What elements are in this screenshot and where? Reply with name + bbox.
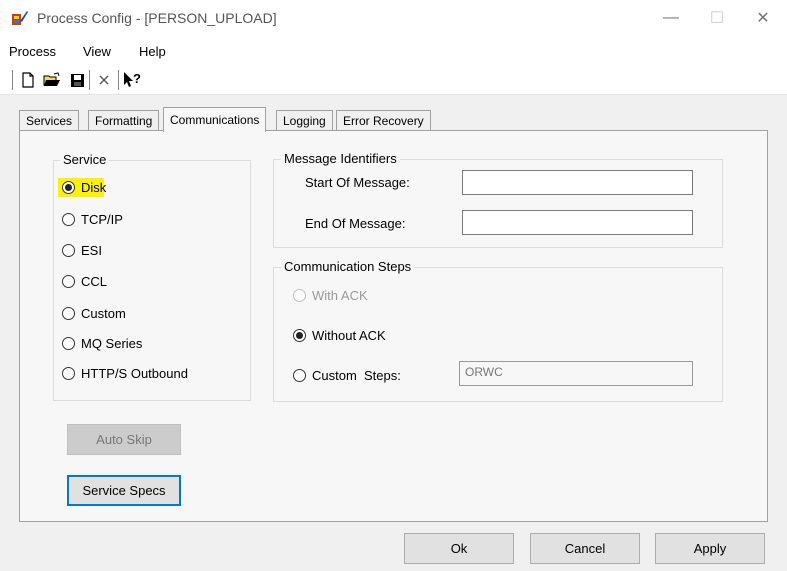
delete-button[interactable]	[94, 70, 114, 90]
radio-button[interactable]	[62, 243, 75, 257]
end-of-message-input[interactable]	[462, 210, 693, 235]
menu-bar	[0, 36, 787, 64]
radio-button[interactable]	[62, 274, 75, 288]
start-of-message-input[interactable]	[462, 170, 693, 195]
service-option-label: MQ Series	[81, 335, 143, 351]
start-of-message-label: Start Of Message:	[305, 175, 410, 190]
service-option-esi[interactable]: ESI	[62, 241, 102, 259]
delete-icon	[99, 75, 109, 85]
custom-steps-label: Custom Steps:	[312, 367, 401, 383]
menu-process[interactable]: Process	[9, 44, 56, 59]
service-option-label: TCP/IP	[81, 211, 123, 227]
new-file-button[interactable]	[18, 70, 38, 90]
svg-text:?: ?	[133, 71, 141, 86]
maximize-button[interactable]: ☐	[694, 0, 740, 36]
save-button[interactable]	[67, 70, 87, 90]
new-file-icon	[22, 72, 34, 88]
menu-view[interactable]: View	[83, 44, 111, 59]
without-ack-label: Without ACK	[312, 327, 386, 343]
service-option-label: ESI	[81, 242, 102, 258]
ok-button[interactable]: Ok	[404, 533, 514, 564]
service-option-label: HTTP/S Outbound	[81, 365, 188, 381]
apply-button[interactable]: Apply	[655, 533, 765, 564]
minimize-button[interactable]: —	[648, 0, 694, 36]
service-option-disk[interactable]: Disk	[58, 178, 107, 197]
auto-skip-button[interactable]: Auto Skip	[67, 424, 181, 455]
window-title: Process Config - [PERSON_UPLOAD]	[37, 10, 277, 26]
service-option-label: Disk	[81, 179, 107, 195]
with-ack-option[interactable]: With ACK	[293, 286, 368, 304]
maximize-icon: ☐	[709, 10, 725, 27]
toolbar-separator	[12, 70, 13, 90]
context-help-button[interactable]: ?	[122, 70, 142, 90]
tab-services[interactable]: Services	[19, 110, 80, 130]
radio-button[interactable]	[62, 212, 75, 226]
radio-button[interactable]	[62, 366, 75, 380]
save-icon	[70, 73, 84, 87]
tab-logging[interactable]: Logging	[276, 110, 333, 130]
radio-button[interactable]	[293, 328, 306, 342]
open-folder-icon	[43, 72, 60, 86]
radio-button[interactable]	[293, 288, 306, 302]
menu-help[interactable]: Help	[139, 44, 166, 59]
custom-steps-option[interactable]: Custom Steps:	[293, 366, 401, 384]
tab-communications[interactable]: Communications	[163, 107, 267, 132]
tab-error-recovery[interactable]: Error Recovery	[336, 110, 431, 130]
radio-button[interactable]	[62, 336, 75, 350]
open-button[interactable]	[42, 70, 62, 90]
message-identifiers-label: Message Identifiers	[281, 151, 400, 166]
service-option-https-outbound[interactable]: HTTP/S Outbound	[62, 364, 188, 382]
radio-button[interactable]	[293, 368, 306, 382]
close-icon: ✕	[756, 10, 770, 27]
service-option-tcpip[interactable]: TCP/IP	[62, 210, 123, 228]
close-button[interactable]: ✕	[740, 0, 786, 36]
end-of-message-label: End Of Message:	[305, 216, 406, 231]
radio-button[interactable]	[62, 306, 75, 320]
toolbar-separator	[118, 70, 119, 90]
process-config-app-icon	[11, 9, 29, 27]
toolbar-separator	[89, 70, 90, 90]
without-ack-option[interactable]: Without ACK	[293, 326, 386, 344]
service-group-label: Service	[60, 152, 110, 167]
service-option-ccl[interactable]: CCL	[62, 272, 107, 290]
cancel-button[interactable]: Cancel	[530, 533, 640, 564]
communication-steps-label: Communication Steps	[281, 259, 415, 274]
tab-formatting[interactable]: Formatting	[88, 110, 160, 130]
service-specs-button[interactable]: Service Specs	[67, 475, 181, 506]
service-option-mq-series[interactable]: MQ Series	[62, 334, 142, 352]
minimize-icon: —	[663, 9, 679, 26]
radio-button[interactable]	[62, 180, 75, 194]
service-option-custom[interactable]: Custom	[62, 304, 126, 322]
service-option-label: CCL	[81, 273, 108, 289]
context-help-icon: ?	[124, 71, 141, 87]
with-ack-label: With ACK	[312, 287, 368, 303]
service-option-label: Custom	[81, 305, 126, 321]
custom-steps-input[interactable]: ORWC	[459, 361, 693, 386]
